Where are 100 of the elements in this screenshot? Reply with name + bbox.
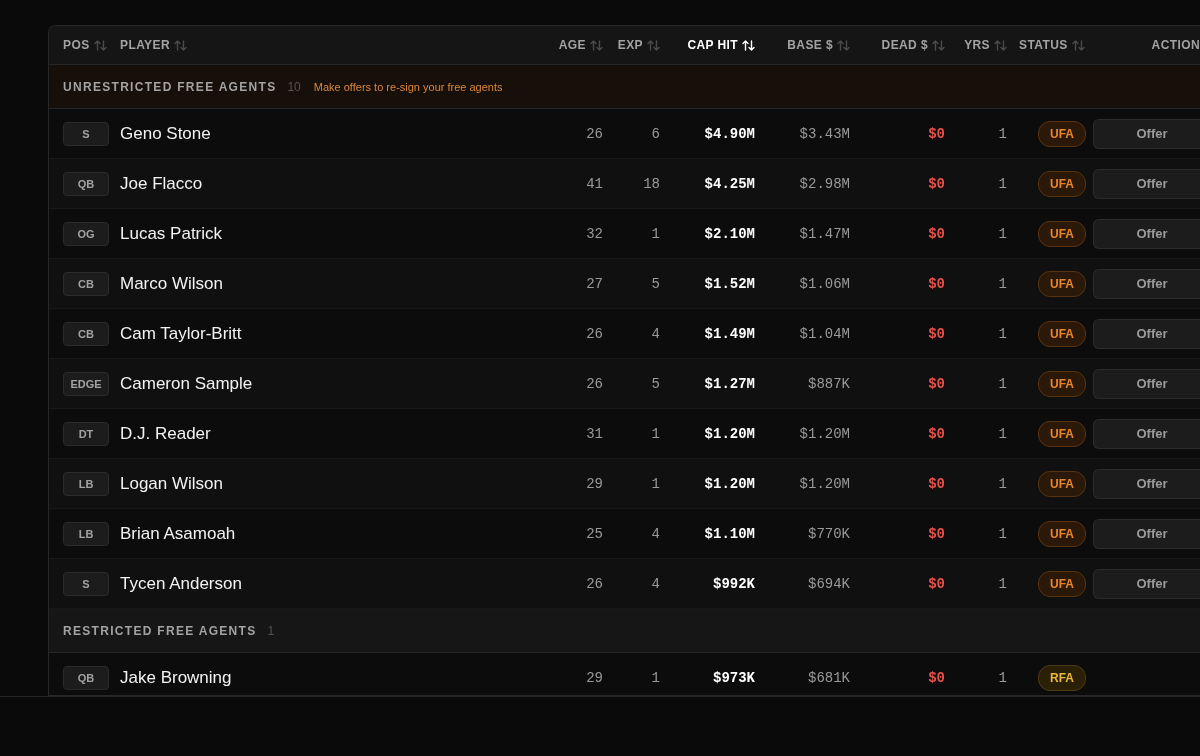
column-header[interactable]: DEAD $ [881, 38, 928, 52]
table-cell: 1 [651, 425, 660, 442]
status-tag: UFA [1038, 570, 1086, 597]
table-cell: $887K [808, 375, 850, 392]
table-cell: $1.52M [704, 275, 755, 292]
table-cell: $0 [928, 669, 945, 686]
column-header[interactable]: PLAYER [120, 38, 170, 52]
column-header[interactable]: EXP [617, 38, 643, 52]
position-tag: LB [63, 521, 109, 546]
group-count: 10 [287, 79, 301, 94]
player-name[interactable]: Cam Taylor-Britt [120, 323, 242, 344]
table-cell: $973K [713, 669, 755, 686]
status-tag: UFA [1038, 170, 1086, 197]
table-cell: 1 [998, 125, 1007, 142]
table-cell: $1.47M [799, 225, 850, 242]
table-cell: 1 [998, 225, 1007, 242]
column-header[interactable]: STATUS [1019, 38, 1068, 52]
table-cell: $1.27M [704, 375, 755, 392]
table-cell: $0 [928, 575, 945, 592]
table-cell: 1 [998, 375, 1007, 392]
table-cell: $2.98M [799, 175, 850, 192]
table-cell: $4.25M [704, 175, 755, 192]
player-name[interactable]: Logan Wilson [120, 473, 223, 494]
group-note: Make offers to re-sign your free agents [313, 80, 503, 93]
column-header[interactable]: CAP HIT [687, 38, 738, 52]
table-cell: 27 [586, 275, 603, 292]
status-tag: UFA [1038, 520, 1086, 547]
position-tag: OG [63, 221, 109, 246]
position-tag: QB [63, 665, 109, 690]
offer-button[interactable]: Offer [1093, 418, 1200, 449]
offer-button[interactable]: Offer [1093, 318, 1200, 349]
offer-button[interactable]: Offer [1093, 518, 1200, 549]
offer-button[interactable]: Offer [1093, 368, 1200, 399]
status-tag: UFA [1038, 420, 1086, 447]
player-name[interactable]: Jake Browning [120, 667, 232, 688]
offer-button[interactable]: Offer [1093, 568, 1200, 599]
group-count: 1 [267, 623, 275, 638]
table-cell: 1 [998, 669, 1007, 686]
table-cell: 25 [586, 525, 603, 542]
position-tag: S [63, 571, 109, 596]
table-cell: $2.10M [704, 225, 755, 242]
player-name[interactable]: Geno Stone [120, 123, 211, 144]
status-tag: UFA [1038, 120, 1086, 147]
player-name[interactable]: D.J. Reader [120, 423, 211, 444]
table-cell: 6 [651, 125, 660, 142]
table-cell: $4.90M [704, 125, 755, 142]
table-cell: 29 [586, 475, 603, 492]
position-tag: LB [63, 471, 109, 496]
table-cell: 1 [998, 525, 1007, 542]
table-cell: $0 [928, 375, 945, 392]
table-cell: 31 [586, 425, 603, 442]
column-header[interactable]: AGE [558, 38, 586, 52]
group-title: UNRESTRICTED FREE AGENTS [63, 79, 277, 94]
column-header[interactable]: ACTION [1151, 38, 1200, 52]
table-cell: $0 [928, 525, 945, 542]
offer-button[interactable]: Offer [1093, 218, 1200, 249]
table-cell: $0 [928, 275, 945, 292]
table-cell: $0 [928, 325, 945, 342]
offer-button[interactable]: Offer [1093, 268, 1200, 299]
table-cell: 26 [586, 375, 603, 392]
player-name[interactable]: Brian Asamoah [120, 523, 236, 544]
column-header[interactable]: POS [63, 38, 90, 52]
table-cell: $0 [928, 175, 945, 192]
table-cell: $1.20M [799, 425, 850, 442]
offer-button[interactable]: Offer [1093, 468, 1200, 499]
player-name[interactable]: Cameron Sample [120, 373, 253, 394]
table-cell: $0 [928, 225, 945, 242]
table-cell: 26 [586, 325, 603, 342]
position-tag: QB [63, 171, 109, 196]
column-header[interactable]: YRS [964, 38, 990, 52]
table-cell: 1 [651, 225, 660, 242]
player-name[interactable]: Marco Wilson [120, 273, 223, 294]
table-cell: 1 [998, 175, 1007, 192]
table-cell: 1 [998, 275, 1007, 292]
column-header[interactable]: BASE $ [787, 38, 833, 52]
player-name[interactable]: Joe Flacco [120, 173, 203, 194]
table-cell: $1.04M [799, 325, 850, 342]
player-name[interactable]: Tycen Anderson [120, 573, 242, 594]
table-cell: 41 [586, 175, 603, 192]
table-cell: $770K [808, 525, 850, 542]
table-cell: 1 [998, 575, 1007, 592]
offer-button[interactable]: Offer [1093, 118, 1200, 149]
table-cell: 32 [586, 225, 603, 242]
group-title: RESTRICTED FREE AGENTS [63, 623, 257, 638]
table-cell: $0 [928, 125, 945, 142]
table-cell: 18 [643, 175, 660, 192]
offer-button[interactable]: Offer [1093, 168, 1200, 199]
table-cell: $0 [928, 475, 945, 492]
status-tag: UFA [1038, 220, 1086, 247]
table-cell: 26 [586, 125, 603, 142]
player-name[interactable]: Lucas Patrick [120, 223, 223, 244]
status-tag: UFA [1038, 370, 1086, 397]
table-cell: $1.49M [704, 325, 755, 342]
table-cell: $1.20M [799, 475, 850, 492]
table-cell: 1 [998, 325, 1007, 342]
position-tag: S [63, 121, 109, 146]
position-tag: DT [63, 421, 109, 446]
position-tag: EDGE [63, 371, 109, 396]
table-cell: 4 [651, 325, 660, 342]
table-cell: $1.20M [704, 475, 755, 492]
